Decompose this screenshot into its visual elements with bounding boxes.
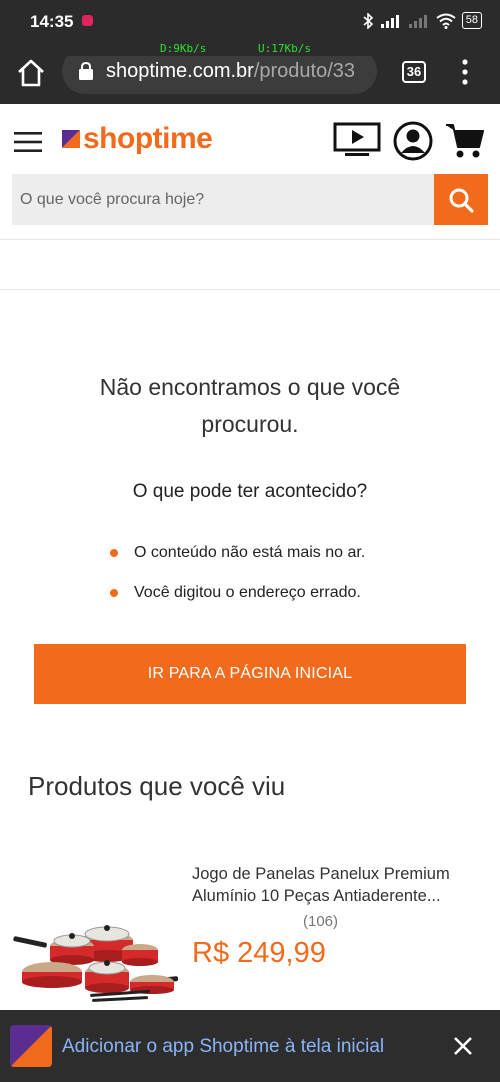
product-review-count: (106) bbox=[303, 913, 339, 930]
logo-text: shoptime bbox=[83, 122, 213, 155]
status-bar: 14:35 58 bbox=[0, 0, 500, 42]
wifi-icon bbox=[436, 13, 456, 29]
status-icons: 58 bbox=[362, 12, 482, 29]
product-price: R$ 249,99 bbox=[192, 937, 326, 969]
shoptime-logo[interactable]: shoptime bbox=[62, 122, 213, 156]
bluetooth-icon bbox=[363, 12, 373, 29]
bullet-icon bbox=[110, 589, 118, 597]
install-app-link[interactable]: Adicionar o app Shoptime à tela inicial bbox=[62, 1036, 384, 1058]
install-app-banner: Adicionar o app Shoptime à tela inicial bbox=[0, 1010, 500, 1082]
search-input[interactable] bbox=[12, 174, 434, 225]
not-found-subtitle: O que pode ter acontecido? bbox=[132, 481, 368, 502]
bullet-icon bbox=[110, 549, 118, 557]
search-bar bbox=[12, 174, 488, 225]
user-account-icon[interactable] bbox=[393, 121, 433, 161]
cart-icon[interactable] bbox=[445, 122, 485, 160]
search-button[interactable] bbox=[434, 174, 488, 225]
status-time: 14:35 bbox=[30, 12, 74, 31]
battery-icon: 58 bbox=[461, 12, 482, 29]
network-speed: D:9Kb/s U:17Kb/s bbox=[0, 42, 500, 56]
list-item: Você digitou o endereço errado. bbox=[110, 573, 365, 613]
header-divider bbox=[0, 240, 500, 290]
tv-icon[interactable] bbox=[333, 122, 381, 158]
signal-icon bbox=[380, 14, 399, 28]
lock-icon bbox=[79, 62, 93, 80]
more-options-icon[interactable] bbox=[455, 58, 475, 86]
reason-text: Você digitou o endereço errado. bbox=[134, 584, 361, 601]
list-item: O conteúdo não está mais no ar. bbox=[110, 533, 365, 573]
url-host: shoptime.com.br bbox=[106, 59, 254, 82]
net-down: D:9Kb/s bbox=[160, 42, 207, 55]
home-icon[interactable] bbox=[14, 56, 48, 90]
reason-list: O conteúdo não está mais no ar. Você dig… bbox=[110, 533, 365, 613]
viewed-products-title: Produtos que você viu bbox=[28, 771, 286, 801]
not-found-title: Não encontramos o que você procurou. bbox=[99, 374, 401, 437]
go-home-button[interactable]: IR PARA A PÁGINA INICIAL bbox=[34, 644, 466, 704]
url-path: /produto/33 bbox=[253, 59, 356, 82]
reason-text: O conteúdo não está mais no ar. bbox=[134, 544, 366, 561]
shoptime-app-icon bbox=[10, 1025, 52, 1067]
product-image[interactable] bbox=[12, 906, 180, 1006]
logo-mark-icon bbox=[62, 130, 80, 148]
search-icon bbox=[449, 188, 474, 213]
product-name[interactable]: Jogo de Panelas Panelux Premium Alumínio… bbox=[192, 863, 482, 907]
close-icon[interactable] bbox=[452, 1035, 474, 1057]
menu-icon[interactable] bbox=[14, 131, 42, 153]
product-card[interactable]: Jogo de Panelas Panelux Premium Alumínio… bbox=[0, 851, 500, 1011]
net-up: U:17Kb/s bbox=[258, 42, 311, 55]
site-header: shoptime bbox=[0, 104, 500, 240]
notification-icon bbox=[82, 15, 93, 26]
signal-icon-secondary bbox=[408, 14, 427, 28]
tab-switcher-button[interactable]: 36 bbox=[402, 61, 426, 83]
